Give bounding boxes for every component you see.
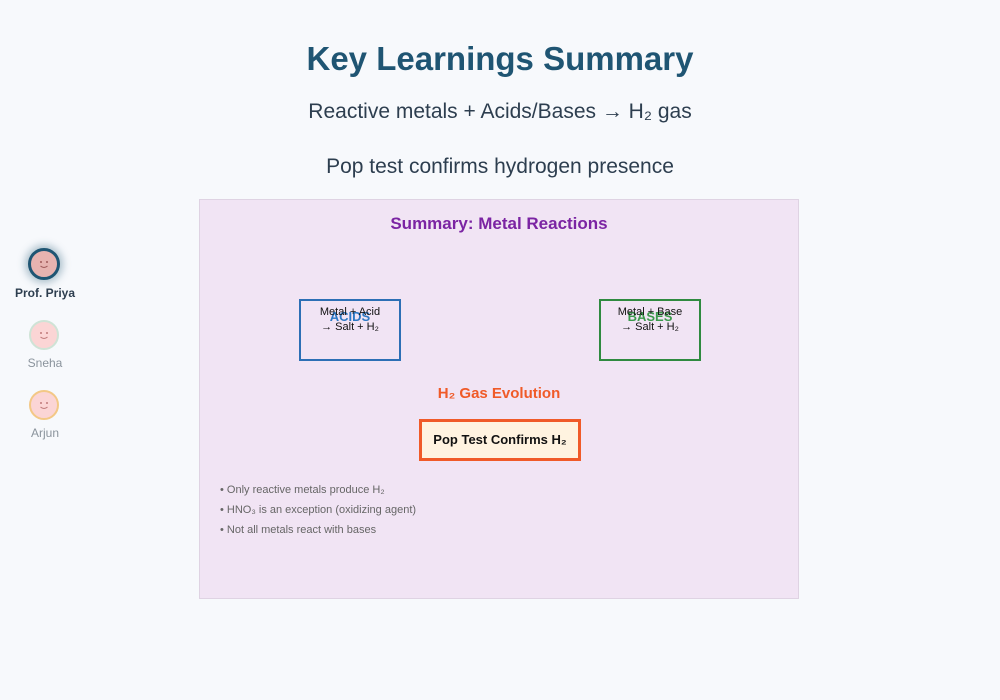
pop-test-box: Pop Test Confirms H₂ — [419, 419, 581, 461]
lesson-page: Key Learnings Summary Reactive metals + … — [0, 0, 1000, 700]
note-item: • Not all metals react with bases — [220, 524, 377, 536]
bases-equation: Metal + Base → Salt + H₂ — [601, 305, 699, 335]
gas-evolution-label: H₂ Gas Evolution — [437, 385, 561, 402]
subtitle-reaction: Reactive metals + Acids/Bases → H₂ gas — [308, 100, 692, 123]
bases-box: BASES Metal + Base → Salt + H₂ — [599, 299, 701, 361]
page-title: Key Learnings Summary — [306, 40, 694, 77]
note-item: • HNO₃ is an exception (oxidizing agent) — [220, 504, 417, 516]
avatar-face-icon — [28, 248, 60, 280]
note-item: • Only reactive metals produce H₂ — [220, 484, 385, 496]
participant-name: Prof. Priya — [14, 286, 76, 300]
subtitle-pop-test: Pop test confirms hydrogen presence — [326, 155, 674, 178]
bases-equation-line2: → Salt + H₂ — [621, 321, 679, 333]
acids-equation: Metal + Acid → Salt + H₂ — [301, 305, 399, 335]
acids-equation-line1: Metal + Acid — [319, 306, 381, 318]
summary-whiteboard: Summary: Metal Reactions ACIDS Metal + A… — [199, 199, 799, 599]
notes-list: • Only reactive metals produce H₂ • HNO₃… — [220, 480, 416, 540]
board-title: Summary: Metal Reactions — [390, 214, 608, 233]
avatar-face-icon — [29, 320, 59, 350]
avatar-face-icon — [29, 390, 59, 420]
participant-name: Sneha — [27, 356, 63, 370]
participant-name: Arjun — [30, 426, 59, 440]
acids-box: ACIDS Metal + Acid → Salt + H₂ — [299, 299, 401, 361]
acids-equation-line2: → Salt + H₂ — [321, 321, 379, 333]
bases-equation-line1: Metal + Base — [617, 306, 683, 318]
